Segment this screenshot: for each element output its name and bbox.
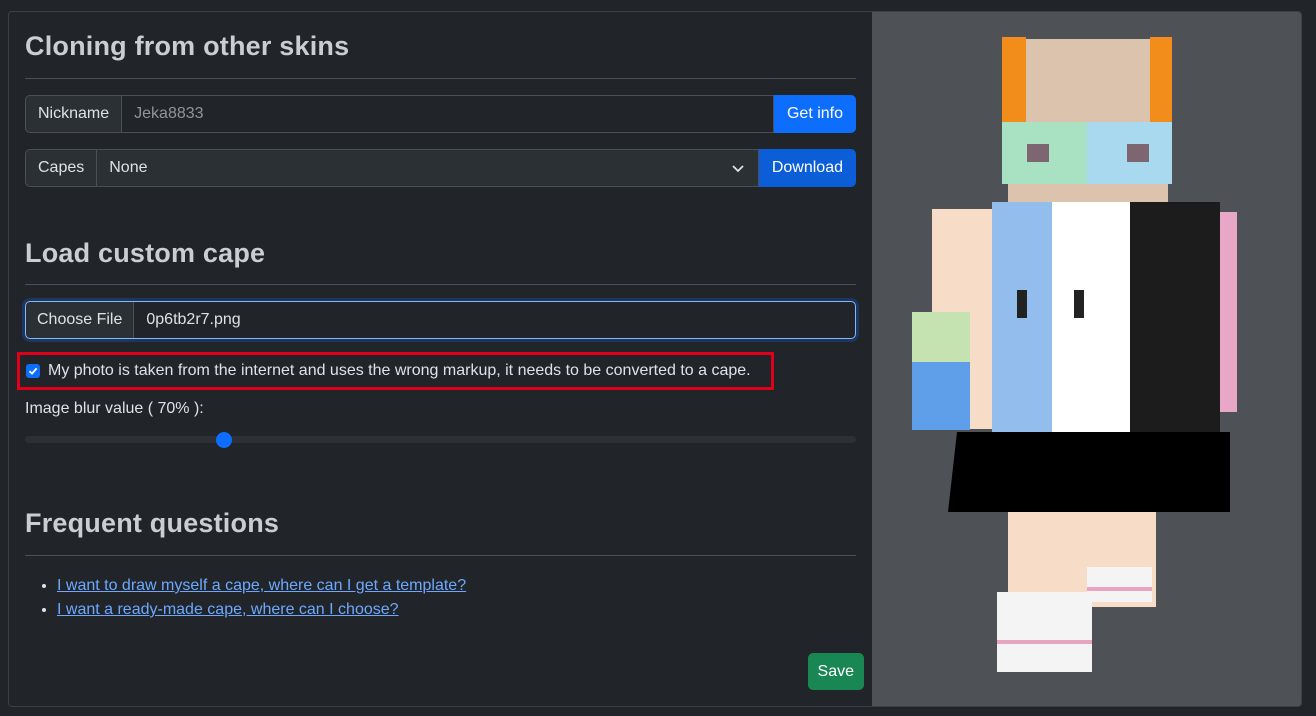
skin-face-eye (1074, 290, 1084, 318)
skin-sleeve-blue (912, 362, 970, 430)
list-item: I want to draw myself a cape, where can … (57, 574, 466, 598)
nickname-input[interactable]: Jeka8833 (121, 95, 774, 133)
file-name: 0p6tb2r7.png (146, 311, 241, 328)
blur-slider-thumb[interactable] (216, 432, 233, 448)
skin-sock-right (1087, 567, 1152, 602)
save-button[interactable]: Save (807, 653, 864, 690)
capes-group: Capes None Download (25, 149, 856, 187)
checkmark-icon (28, 367, 38, 375)
nickname-label: Nickname (25, 95, 122, 133)
nickname-group: Nickname Jeka8833 Get info (25, 95, 856, 133)
clone-section-title: Cloning from other skins (25, 31, 350, 61)
faq-list: I want to draw myself a cape, where can … (25, 574, 466, 622)
capes-select[interactable]: None (96, 149, 759, 187)
faq-link-ready-made[interactable]: I want a ready-made cape, where can I ch… (57, 601, 399, 618)
faq-link-template[interactable]: I want to draw myself a cape, where can … (57, 577, 466, 594)
divider (25, 284, 856, 285)
skin-3d-model (912, 37, 1237, 672)
skin-sock-stripe (997, 640, 1092, 644)
divider (25, 555, 856, 556)
skin-shirt-black (1130, 202, 1220, 434)
faq-section-title: Frequent questions (25, 508, 280, 538)
list-item: I want a ready-made cape, where can I ch… (57, 598, 466, 622)
skin-eye-left (1027, 144, 1049, 162)
skin-sock-left (997, 592, 1092, 672)
get-info-button[interactable]: Get info (773, 95, 856, 133)
download-button[interactable]: Download (758, 149, 856, 187)
editor-panel: Cloning from other skins Nickname Jeka88… (8, 11, 1302, 707)
convert-checkbox[interactable] (26, 364, 40, 378)
file-input[interactable]: Choose File 0p6tb2r7.png (25, 301, 856, 339)
blur-label: Image blur value ( 70% ): (25, 400, 204, 417)
skin-sock-stripe (1087, 587, 1152, 591)
skin-skirt (948, 432, 1230, 512)
capes-selected-value: None (109, 159, 148, 176)
convert-option-highlight: My photo is taken from the internet and … (17, 352, 774, 390)
skin-preview[interactable] (872, 12, 1301, 706)
skin-horn-left (1002, 37, 1026, 132)
load-section-title: Load custom cape (25, 238, 266, 268)
choose-file-button[interactable]: Choose File (26, 302, 135, 338)
skin-horn-right (1150, 37, 1172, 132)
controls-column: Cloning from other skins Nickname Jeka88… (17, 12, 864, 706)
capes-label: Capes (25, 149, 97, 187)
divider (25, 78, 856, 79)
convert-checkbox-label: My photo is taken from the internet and … (48, 362, 751, 379)
skin-face-eye (1017, 290, 1027, 318)
skin-eye-right (1127, 144, 1149, 162)
blur-slider[interactable] (25, 432, 856, 448)
chevron-down-icon (732, 165, 744, 173)
skin-sleeve-green (912, 312, 970, 367)
